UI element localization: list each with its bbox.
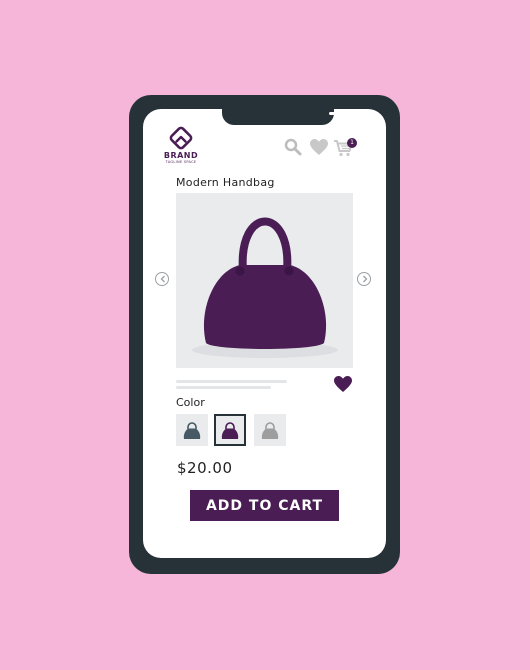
diamond-logo-icon [169,126,193,150]
color-swatch[interactable] [214,414,246,446]
color-swatch[interactable] [254,414,286,446]
handbag-icon [261,422,279,439]
carousel-next-button[interactable] [357,272,371,286]
product-price: $20.00 [177,459,233,477]
description-line [176,380,287,383]
search-icon[interactable] [284,138,302,160]
product-title: Modern Handbag [176,176,275,189]
product-image [176,193,353,368]
chevron-right-icon [363,275,368,283]
description-line [176,386,271,389]
wishlist-button[interactable] [333,375,353,397]
speaker-grille [329,112,358,115]
carousel-prev-button[interactable] [155,272,169,286]
heart-icon [334,376,352,392]
phone-frame: BRAND TAGLINE SPACE 1 Modern Handbag Col… [129,95,400,574]
color-swatch[interactable] [176,414,208,446]
heart-icon[interactable] [309,138,329,160]
brand-tagline: TAGLINE SPACE [165,160,197,164]
color-label: Color [176,396,205,409]
handbag-icon [221,422,239,439]
brand-name: BRAND [163,151,199,160]
phone-screen: BRAND TAGLINE SPACE 1 Modern Handbag Col… [143,109,386,558]
phone-notch [222,109,358,125]
chevron-left-icon [160,275,165,283]
brand-logo[interactable]: BRAND TAGLINE SPACE [161,126,201,166]
handbag-icon [192,217,338,358]
handbag-icon [183,422,201,439]
add-to-cart-button[interactable]: ADD TO CART [190,490,339,521]
cart-count-badge: 1 [347,138,357,148]
